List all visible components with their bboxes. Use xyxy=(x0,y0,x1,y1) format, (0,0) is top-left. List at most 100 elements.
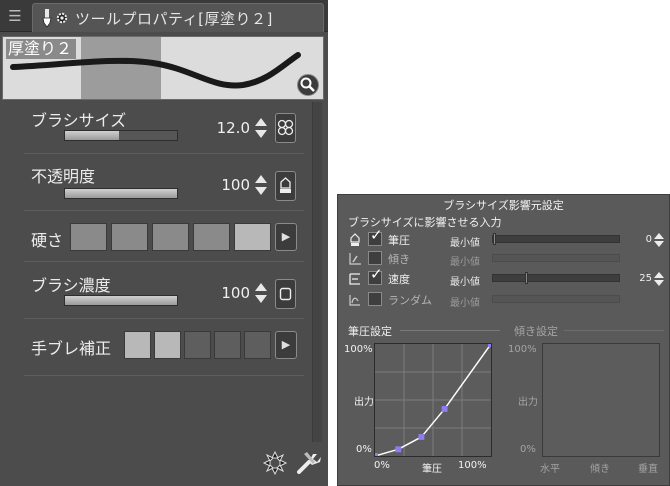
input-label: 筆圧 xyxy=(388,234,410,247)
brush-size-slider[interactable] xyxy=(64,130,178,141)
opacity-dynamics-button[interactable] xyxy=(275,171,296,201)
stabilization-segments xyxy=(124,331,275,359)
opacity-slider[interactable] xyxy=(64,188,178,199)
y-top-label: 100% xyxy=(508,344,537,355)
pressure-graph-title: 筆圧設定 xyxy=(348,325,392,338)
segment-2[interactable] xyxy=(154,331,181,359)
x-mid-label: 筆圧 xyxy=(422,464,442,475)
speed-min-spinner[interactable] xyxy=(654,272,664,286)
x-mid-label: 傾き xyxy=(590,464,610,475)
min-label: 最小値 xyxy=(450,298,480,309)
panel-menu-icon[interactable]: ☰ xyxy=(4,6,26,26)
pressure-min-spinner[interactable] xyxy=(654,233,664,247)
density-spinner[interactable] xyxy=(254,282,268,304)
density-dynamics-button[interactable] xyxy=(275,279,296,309)
hardness-expand-button[interactable]: ▶ xyxy=(275,223,297,251)
random-checkbox[interactable] xyxy=(368,292,382,306)
tool-property-panel: ☰ ツールプロパティ[厚塗り２] 厚塗り２ ブラシサイズ 12.0 不透明度 1… xyxy=(0,0,328,486)
speed-icon xyxy=(349,273,360,285)
control-point-3[interactable] xyxy=(418,434,425,440)
tilt-graph-title: 傾き設定 xyxy=(514,325,558,338)
brush-size-dynamics-popup: ブラシサイズ影響元設定 ブラシサイズに影響させる入力 ✓ 筆圧 最小値 0 傾き… xyxy=(337,194,670,486)
segment-3[interactable] xyxy=(184,331,211,359)
slider-fill xyxy=(65,131,119,140)
segment-4[interactable] xyxy=(214,331,241,359)
prop-row-hardness: 硬さ ▶ xyxy=(24,212,304,262)
control-point-2[interactable] xyxy=(395,446,402,453)
opacity-dynamics-icon xyxy=(280,177,291,193)
min-label: 最小値 xyxy=(450,277,480,288)
tab-tool-property[interactable]: ツールプロパティ[厚塗り２] xyxy=(32,3,324,32)
stabilization-expand-button[interactable]: ▶ xyxy=(275,331,297,359)
speed-checkbox[interactable]: ✓ xyxy=(368,267,383,285)
y-bottom-label: 0% xyxy=(520,444,536,455)
opacity-spinner[interactable] xyxy=(254,174,268,196)
control-point-1[interactable] xyxy=(374,453,378,457)
density-dynamics-icon xyxy=(279,287,292,301)
brush-size-spinner[interactable] xyxy=(254,117,268,139)
input-label: 速度 xyxy=(388,273,410,286)
min-label: 最小値 xyxy=(450,238,480,249)
segment-1[interactable] xyxy=(124,331,151,359)
y-mid-label: 出力 xyxy=(518,397,538,408)
pressure-min-value[interactable]: 0 xyxy=(628,234,652,245)
slider-thumb[interactable] xyxy=(493,233,496,245)
pressure-min-slider[interactable] xyxy=(492,233,620,245)
random-icon xyxy=(349,295,360,306)
tilt-checkbox[interactable] xyxy=(368,251,382,265)
reset-icon[interactable] xyxy=(262,450,288,476)
segment-5[interactable] xyxy=(244,331,271,359)
brush-name: 厚塗り２ xyxy=(6,39,77,59)
chevron-right-icon: ▶ xyxy=(281,338,291,351)
prop-label: ブラシサイズ xyxy=(31,111,127,130)
pressure-checkbox[interactable]: ✓ xyxy=(368,228,383,246)
segment-2[interactable] xyxy=(111,223,148,251)
brush-size-dynamics-icon xyxy=(277,119,294,136)
control-point-5[interactable] xyxy=(488,343,492,347)
divider xyxy=(400,330,500,331)
segment-5[interactable] xyxy=(234,223,271,251)
prop-row-stabilization: 手ブレ補正 ▶ xyxy=(24,320,304,376)
brush-stroke-preview: 厚塗り２ xyxy=(2,36,324,100)
speed-min-value[interactable]: 25 xyxy=(628,273,652,284)
speed-min-slider[interactable] xyxy=(492,272,620,284)
slider-fill xyxy=(65,296,177,305)
magnify-preview-button[interactable] xyxy=(297,74,319,96)
panel-scrollbar[interactable] xyxy=(312,102,322,442)
check-icon: ✓ xyxy=(370,226,383,244)
segment-4[interactable] xyxy=(193,223,230,251)
segment-1[interactable] xyxy=(70,223,107,251)
y-top-label: 100% xyxy=(344,344,373,355)
pressure-curve-graph[interactable] xyxy=(374,343,492,457)
prop-row-opacity: 不透明度 100 xyxy=(24,155,304,211)
opacity-value[interactable]: 100 xyxy=(190,176,250,194)
magnifier-icon xyxy=(300,77,315,92)
control-point-4[interactable] xyxy=(441,406,448,412)
input-row-speed: ✓ 速度 最小値 25 xyxy=(348,267,666,289)
brush-size-value[interactable]: 12.0 xyxy=(190,119,250,137)
density-value[interactable]: 100 xyxy=(190,284,250,302)
input-row-random: ランダム 最小値 xyxy=(348,292,666,310)
panel-tab-bar: ☰ ツールプロパティ[厚塗り２] xyxy=(0,0,328,32)
prop-label: ブラシ濃度 xyxy=(31,276,111,295)
settings-wrench-icon[interactable] xyxy=(295,448,323,476)
slider-thumb[interactable] xyxy=(524,272,528,284)
y-bottom-label: 0% xyxy=(356,444,372,455)
y-mid-label: 出力 xyxy=(354,397,374,408)
input-label: 傾き xyxy=(388,253,410,266)
density-slider[interactable] xyxy=(64,295,178,306)
pen-pressure-icon xyxy=(350,233,360,246)
brush-size-dynamics-button[interactable] xyxy=(275,113,296,143)
tilt-icon xyxy=(349,253,361,265)
input-row-pressure: ✓ 筆圧 最小値 0 xyxy=(348,228,666,250)
segment-3[interactable] xyxy=(152,223,189,251)
gear-icon xyxy=(56,12,68,24)
x-left-label: 0% xyxy=(374,460,390,471)
popup-title: ブラシサイズ影響元設定 xyxy=(443,199,564,212)
chevron-right-icon: ▶ xyxy=(281,230,291,243)
min-label: 最小値 xyxy=(450,257,480,268)
divider xyxy=(564,330,664,331)
x-left-label: 水平 xyxy=(540,464,560,475)
prop-row-brush-size: ブラシサイズ 12.0 xyxy=(24,104,304,154)
prop-label: 不透明度 xyxy=(31,167,96,186)
